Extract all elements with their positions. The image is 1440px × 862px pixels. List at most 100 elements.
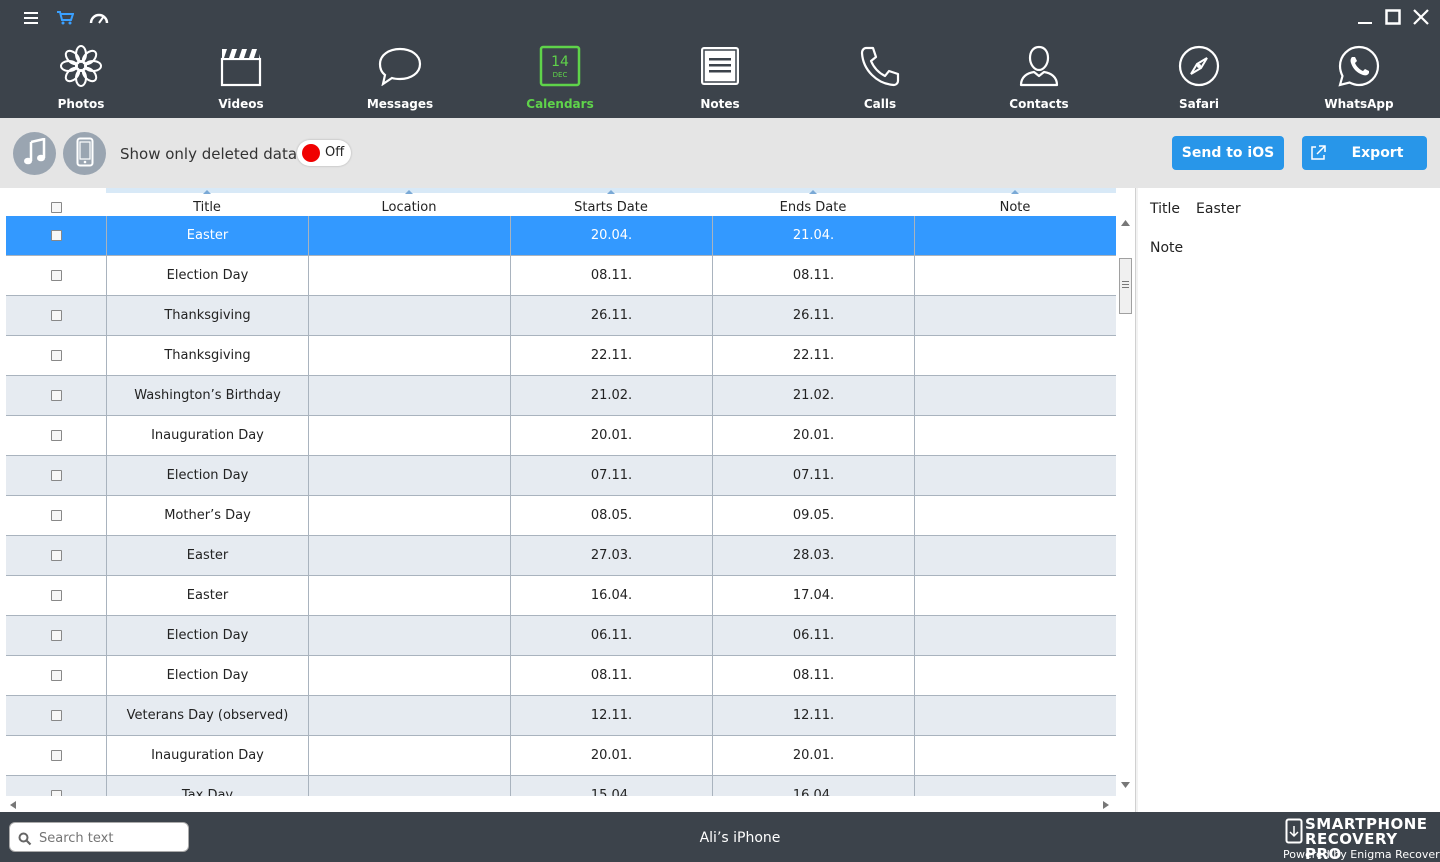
cell-note [914, 296, 1116, 336]
table-row[interactable]: Easter 20.04. 21.04. [6, 216, 1116, 256]
table-row[interactable]: Easter 16.04. 17.04. [6, 576, 1116, 616]
scroll-left-icon [10, 801, 16, 809]
table-row[interactable]: Election Day 07.11. 07.11. [6, 456, 1116, 496]
top-bar: Photos Videos Messages 14 DEC Calendars … [0, 0, 1440, 118]
select-all-checkbox[interactable] [50, 202, 62, 213]
sort-arrow-icon [1011, 190, 1019, 194]
row-checkbox[interactable] [50, 470, 62, 481]
table-row[interactable]: Inauguration Day 20.01. 20.01. [6, 736, 1116, 776]
row-checkbox[interactable] [50, 510, 62, 521]
table-header: Title Location Starts Date Ends Date Not… [6, 188, 1116, 216]
cell-start: 07.11. [510, 456, 712, 496]
column-header-title[interactable]: Title [106, 188, 308, 216]
row-select-cell [6, 456, 106, 496]
row-checkbox[interactable] [50, 430, 62, 441]
sort-arrow-icon [203, 190, 211, 194]
vertical-scrollbar[interactable] [1117, 216, 1134, 796]
cart-icon[interactable] [54, 8, 76, 28]
row-checkbox[interactable] [50, 750, 62, 761]
cell-location [308, 296, 510, 336]
nav-messages[interactable]: Messages [335, 40, 465, 118]
row-checkbox[interactable] [50, 630, 62, 641]
cell-note [914, 256, 1116, 296]
calendar-icon: 14 DEC [530, 40, 590, 92]
table-row[interactable]: Veterans Day (observed) 12.11. 12.11. [6, 696, 1116, 736]
maximize-icon[interactable] [1382, 6, 1404, 28]
send-to-ios-button[interactable]: Send to iOS [1172, 136, 1284, 170]
scrollbar-thumb[interactable] [1119, 258, 1132, 314]
close-icon[interactable] [1410, 6, 1432, 28]
cell-title: Election Day [106, 656, 308, 696]
row-select-cell [6, 216, 106, 256]
speedometer-icon[interactable] [88, 8, 110, 28]
calendar-day: 14 [551, 54, 569, 70]
device-filter-button[interactable] [63, 132, 106, 175]
music-filter-button[interactable] [13, 132, 56, 175]
row-select-cell [6, 256, 106, 296]
smartphone-icon [76, 137, 94, 171]
cell-end: 28.03. [712, 536, 914, 576]
cell-title: Election Day [106, 616, 308, 656]
column-header-starts-date[interactable]: Starts Date [510, 188, 712, 216]
row-checkbox[interactable] [50, 670, 62, 681]
sort-arrow-icon [405, 190, 413, 194]
cell-note [914, 656, 1116, 696]
calendar-month: DEC [553, 71, 568, 79]
table-row[interactable]: Election Day 08.11. 08.11. [6, 656, 1116, 696]
cell-note [914, 376, 1116, 416]
nav-whatsapp[interactable]: WhatsApp [1294, 40, 1424, 118]
row-checkbox[interactable] [50, 590, 62, 601]
cell-title: Easter [106, 536, 308, 576]
row-checkbox[interactable] [50, 350, 62, 361]
row-checkbox[interactable] [50, 550, 62, 561]
table-body: Easter 20.04. 21.04. Election Day 08.11. 08.1… [6, 216, 1116, 796]
cell-location [308, 616, 510, 656]
nav-photos[interactable]: Photos [16, 40, 146, 118]
brand-tagline: Powered by Enigma Recovery [1283, 848, 1440, 861]
cell-start: 12.11. [510, 696, 712, 736]
flower-icon [51, 40, 111, 92]
scroll-right-icon [1103, 801, 1109, 809]
nav-label: Calls [863, 97, 897, 111]
table-row[interactable]: Washington’s Birthday 21.02. 21.02. [6, 376, 1116, 416]
cell-title: Easter [106, 576, 308, 616]
footer-bar: Ali’s iPhone SMARTPHONE RECOVERY PRO Pow… [0, 812, 1440, 862]
horizontal-scrollbar[interactable] [0, 796, 1117, 812]
table-row[interactable]: Inauguration Day 20.01. 20.01. [6, 416, 1116, 456]
category-nav: Photos Videos Messages 14 DEC Calendars … [0, 40, 1440, 118]
deleted-only-toggle[interactable]: Off [297, 140, 351, 166]
row-checkbox[interactable] [50, 390, 62, 401]
column-header-ends-date[interactable]: Ends Date [712, 188, 914, 216]
nav-safari[interactable]: Safari [1134, 40, 1264, 118]
speech-bubble-icon [370, 40, 430, 92]
row-checkbox[interactable] [50, 710, 62, 721]
export-button[interactable]: Export [1302, 136, 1427, 170]
table-row[interactable]: Election Day 06.11. 06.11. [6, 616, 1116, 656]
hamburger-menu-icon[interactable] [20, 8, 42, 28]
table-row[interactable]: Tax Day 15.04. 16.04. [6, 776, 1116, 796]
row-checkbox[interactable] [50, 270, 62, 281]
column-header-location[interactable]: Location [308, 188, 510, 216]
cell-title: Inauguration Day [106, 416, 308, 456]
row-checkbox[interactable] [50, 310, 62, 321]
table-row[interactable]: Mother’s Day 08.05. 09.05. [6, 496, 1116, 536]
cell-location [308, 216, 510, 256]
nav-contacts[interactable]: Contacts [974, 40, 1104, 118]
row-checkbox[interactable] [50, 230, 62, 241]
minimize-icon[interactable] [1354, 6, 1376, 28]
table-row[interactable]: Thanksgiving 26.11. 26.11. [6, 296, 1116, 336]
nav-calendars[interactable]: 14 DEC Calendars [495, 40, 625, 118]
table-row[interactable]: Election Day 08.11. 08.11. [6, 256, 1116, 296]
row-select-cell [6, 496, 106, 536]
table-row[interactable]: Thanksgiving 22.11. 22.11. [6, 336, 1116, 376]
nav-calls[interactable]: Calls [815, 40, 945, 118]
nav-videos[interactable]: Videos [176, 40, 306, 118]
detail-note-label: Note [1150, 240, 1184, 256]
cell-title: Easter [106, 216, 308, 256]
scroll-up-icon [1121, 220, 1130, 226]
row-select-cell [6, 416, 106, 456]
table-row[interactable]: Easter 27.03. 28.03. [6, 536, 1116, 576]
nav-notes[interactable]: Notes [655, 40, 785, 118]
detail-title-label: Title [1150, 201, 1181, 217]
column-header-note[interactable]: Note [914, 188, 1116, 216]
